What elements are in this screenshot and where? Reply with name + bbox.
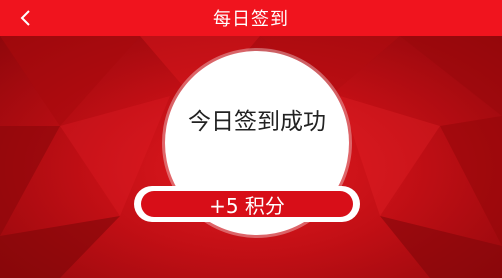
top-nav-bar: 每日签到 [0, 0, 502, 36]
chevron-left-icon [20, 10, 30, 26]
reward-points-text: +5 积分 [141, 191, 353, 218]
back-button[interactable] [8, 0, 44, 36]
checkin-status-text: 今日签到成功 [188, 109, 326, 135]
page-title: 每日签到 [213, 9, 289, 30]
